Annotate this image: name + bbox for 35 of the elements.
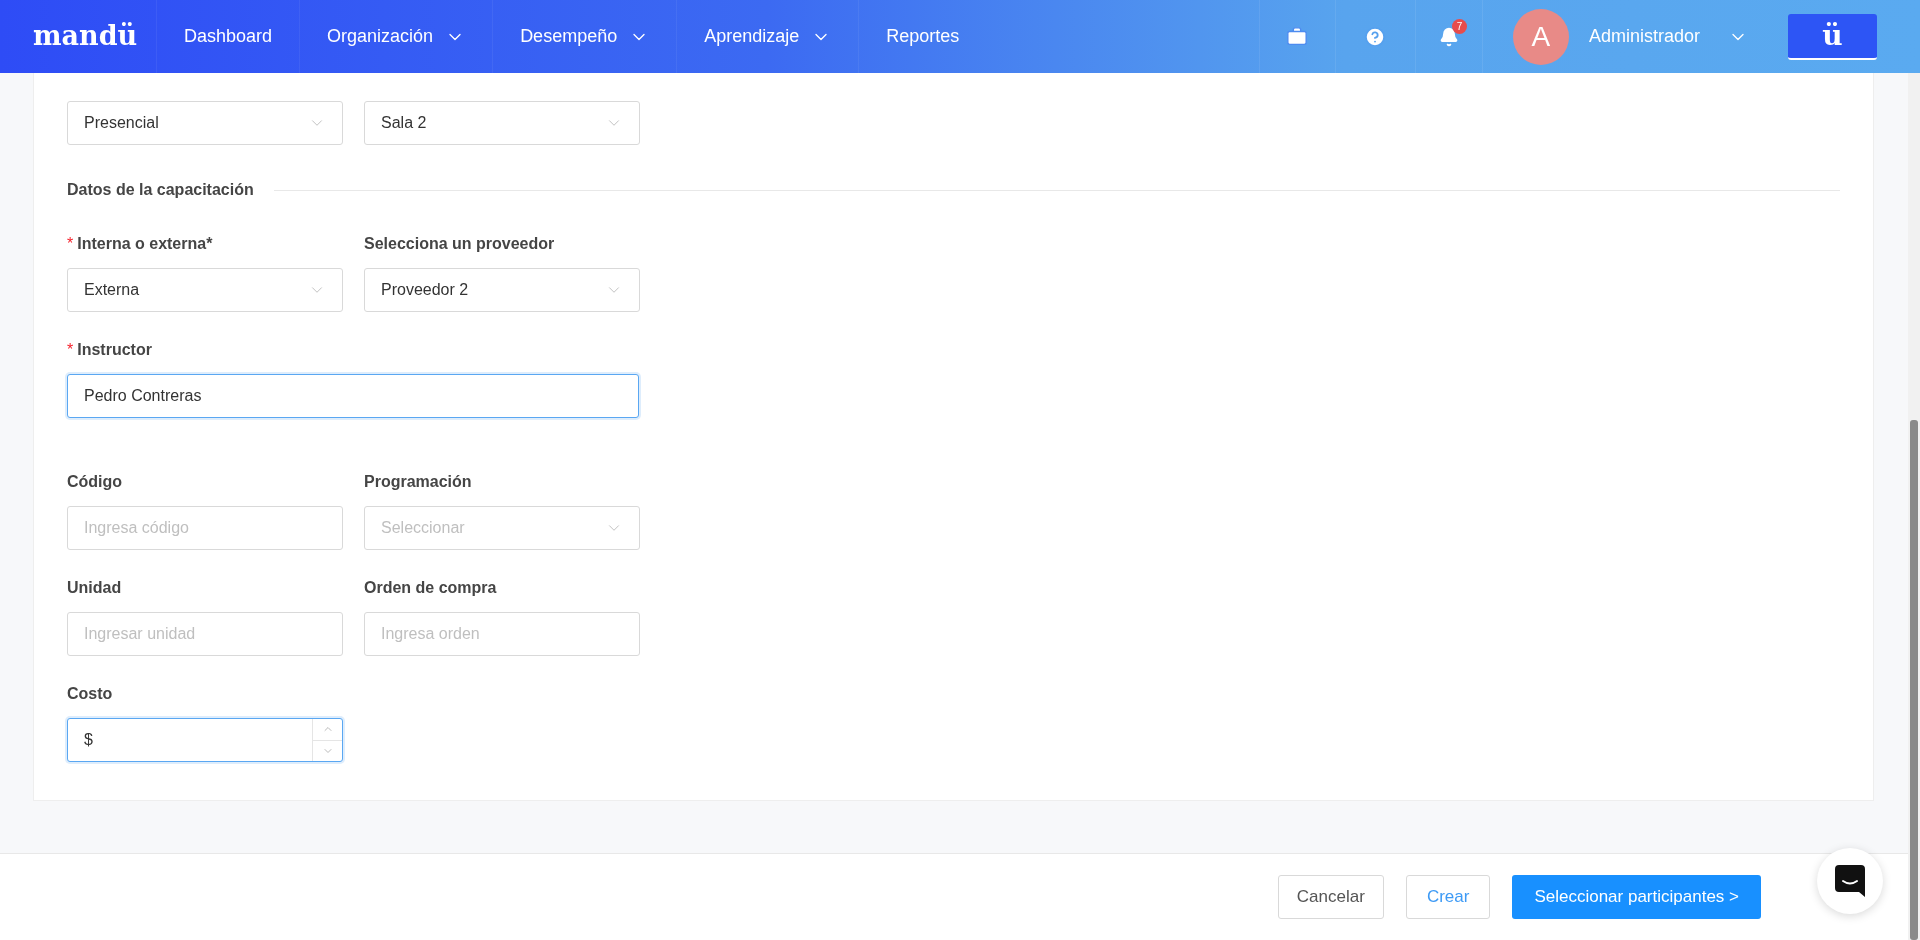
select-field[interactable]: Sala 2 (364, 101, 640, 145)
scrollbar[interactable] (1908, 73, 1920, 940)
nav-item[interactable]: Desempeño (492, 0, 677, 73)
select-field[interactable]: Externa (67, 268, 343, 312)
text-field[interactable]: Ingresar unidad (67, 612, 343, 656)
footer-button[interactable]: Crear (1405, 875, 1491, 919)
footer-button[interactable]: Cancelar (1277, 875, 1384, 919)
footer-button[interactable]: Seleccionar participantes > (1512, 875, 1761, 919)
nav-item[interactable]: Dashboard (156, 0, 300, 73)
field-label: Programación (364, 472, 472, 492)
text-field[interactable]: Ingresa orden (364, 612, 640, 656)
field-label: Instructor (77, 340, 152, 360)
nav-item[interactable]: Aprendizaje (676, 0, 859, 73)
help-icon[interactable] (1364, 25, 1387, 48)
field-label: Orden de compra (364, 578, 497, 598)
field-label: Selecciona un proveedor (364, 234, 555, 254)
text-field[interactable]: Ingresa código (67, 506, 343, 550)
nav-item[interactable]: Organización (299, 0, 493, 73)
field-label: Unidad (67, 578, 122, 598)
chat-icon (1835, 865, 1865, 897)
field-label: Código (67, 472, 123, 492)
select-field[interactable]: Presencial (67, 101, 343, 145)
text-field[interactable]: Pedro Contreras (67, 374, 639, 418)
field-label: Interna o externa* (77, 234, 213, 254)
briefcase-icon[interactable] (1286, 25, 1309, 48)
notification-badge: 7 (1451, 18, 1467, 34)
nav-item[interactable]: Reportes (858, 0, 987, 73)
section-title: Datos de la capacitación (67, 180, 254, 200)
logo[interactable]: mandü (0, 16, 156, 57)
bell-icon[interactable] (1438, 26, 1459, 47)
field-label: Costo (67, 684, 113, 704)
brand-button[interactable]: ü (1788, 13, 1877, 60)
required-mark: * (67, 234, 74, 254)
required-mark: * (67, 340, 74, 360)
select-field[interactable]: Proveedor 2 (364, 268, 640, 312)
